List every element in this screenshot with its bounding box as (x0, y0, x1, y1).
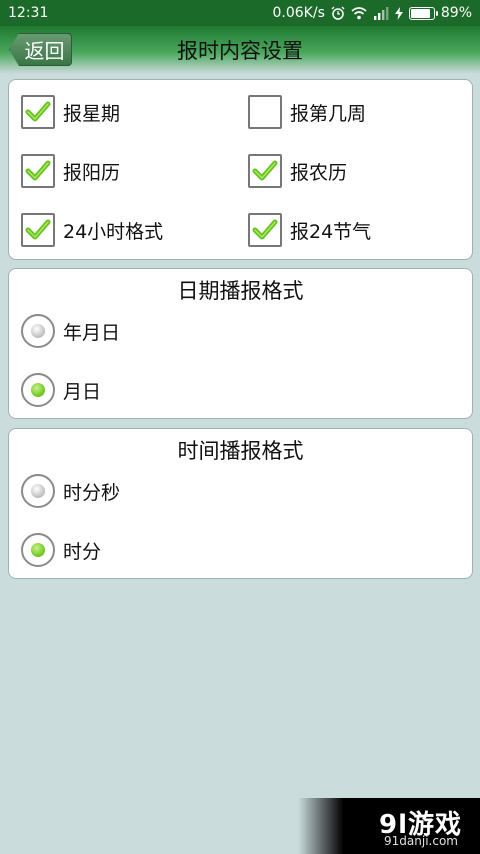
time-option-hms[interactable]: 时分秒 (21, 471, 120, 511)
charging-icon (394, 6, 403, 20)
app-root: 12:31 0.06K/s 89% 返回 报时内容设置 报星期 报第几周 报阳历… (0, 0, 480, 854)
network-speed: 0.06K/s (272, 5, 325, 21)
battery-icon (408, 6, 438, 20)
date-option-label: 年月日 (63, 321, 121, 344)
radio-dot (31, 484, 45, 498)
time-option-label: 时分 (63, 540, 102, 563)
check-icon (25, 101, 51, 122)
option-label: 报阳历 (63, 161, 121, 184)
checkbox[interactable] (21, 213, 55, 247)
checkbox[interactable] (21, 154, 55, 188)
option-solar-terms[interactable]: 报24节气 (248, 210, 371, 250)
watermark-url: 91danji.com (384, 834, 458, 848)
battery-level (410, 8, 430, 18)
check-icon (25, 160, 51, 181)
status-right: 0.06K/s 89% (273, 5, 473, 21)
date-option-ymd[interactable]: 年月日 (21, 311, 120, 351)
checkbox[interactable] (248, 95, 282, 129)
time-format-title: 时间播报格式 (177, 439, 304, 463)
option-weekday[interactable]: 报星期 (21, 92, 120, 132)
date-option-md[interactable]: 月日 (21, 370, 101, 410)
radio-button[interactable] (21, 474, 55, 508)
date-format-title: 日期播报格式 (177, 279, 304, 303)
alarm-icon (331, 6, 345, 20)
battery-percent: 89% (440, 5, 472, 21)
radio-button[interactable] (21, 373, 55, 407)
option-week-number[interactable]: 报第几周 (248, 92, 366, 132)
check-icon (25, 219, 51, 240)
radio-button[interactable] (21, 314, 55, 348)
checkbox[interactable] (248, 213, 282, 247)
status-bar: 12:31 0.06K/s 89% (0, 0, 480, 26)
time-option-label: 时分秒 (63, 481, 121, 504)
option-label: 24小时格式 (63, 220, 164, 243)
check-icon (252, 219, 278, 240)
radio-dot (31, 383, 45, 397)
watermark: 9l游戏 91danji.com (298, 798, 480, 854)
option-label: 报24节气 (290, 220, 372, 243)
radio-dot (31, 324, 45, 338)
status-time: 12:31 (8, 5, 49, 21)
option-label: 报农历 (290, 161, 348, 184)
page-title: 报时内容设置 (177, 39, 303, 63)
option-label: 报星期 (63, 102, 121, 125)
date-format-card: 日期播报格式 年月日 月日 (8, 268, 473, 419)
option-solar-calendar[interactable]: 报阳历 (21, 151, 120, 191)
time-option-hm[interactable]: 时分 (21, 530, 101, 570)
radio-button[interactable] (21, 533, 55, 567)
option-lunar-calendar[interactable]: 报农历 (248, 151, 347, 191)
option-24-hour[interactable]: 24小时格式 (21, 210, 163, 250)
checkbox[interactable] (248, 154, 282, 188)
option-label: 报第几周 (290, 102, 367, 125)
header: 返回 报时内容设置 (0, 26, 480, 74)
radio-dot (31, 543, 45, 557)
options-card: 报星期 报第几周 报阳历 报农历 24小时格式 报24节气 (8, 79, 473, 260)
signal-icon (373, 6, 389, 20)
check-icon (252, 160, 278, 181)
date-option-label: 月日 (63, 380, 102, 403)
checkbox[interactable] (21, 95, 55, 129)
time-format-card: 时间播报格式 时分秒 时分 (8, 428, 473, 579)
wifi-icon (351, 6, 367, 20)
